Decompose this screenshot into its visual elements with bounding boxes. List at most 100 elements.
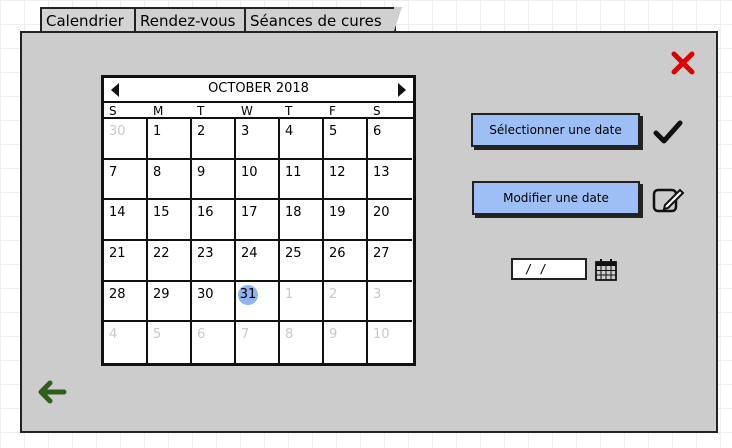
calendar-day-outside-month[interactable]: 4 bbox=[104, 322, 148, 363]
calendar-day[interactable]: 21 bbox=[104, 241, 148, 282]
calendar-day-outside-month[interactable]: 5 bbox=[148, 322, 192, 363]
calendar-day-number: 6 bbox=[373, 124, 382, 139]
calendar-day-number: 30 bbox=[197, 286, 214, 302]
calendar-day[interactable]: 10 bbox=[236, 159, 280, 201]
calendar-day-number: 27 bbox=[373, 246, 390, 261]
calendar-day[interactable]: 13 bbox=[368, 160, 412, 201]
weekday-label: T bbox=[285, 104, 293, 118]
calendar-day-number: 1 bbox=[285, 286, 294, 302]
calendar-day-number: 23 bbox=[197, 246, 214, 261]
calendar-day-number: 10 bbox=[241, 164, 258, 180]
calendar-day-number: 10 bbox=[373, 327, 390, 343]
calendar-day-number: 8 bbox=[153, 164, 162, 180]
calendar-day[interactable]: 29 bbox=[148, 281, 192, 323]
calendar-day-number: 14 bbox=[109, 205, 126, 221]
calendar-day-outside-month[interactable]: 6 bbox=[192, 322, 236, 363]
calendar-day[interactable]: 25 bbox=[280, 241, 324, 282]
calendar-month-title: OCTOBER 2018 bbox=[208, 81, 309, 96]
calendar-day[interactable]: 4 bbox=[280, 119, 324, 160]
calendar-day-number: 1 bbox=[153, 124, 162, 139]
calendar-day-number: 9 bbox=[329, 327, 338, 343]
select-date-button[interactable]: Sélectionner une date bbox=[471, 113, 640, 147]
calendar-day[interactable]: 19 bbox=[324, 200, 368, 241]
calendar-day[interactable]: 18 bbox=[280, 200, 324, 241]
calendar-day-number: 21 bbox=[109, 246, 126, 261]
weekday-label: S bbox=[373, 104, 381, 118]
tab-calendrier[interactable]: Calendrier bbox=[40, 7, 142, 31]
calendar-day-outside-month[interactable]: 10 bbox=[368, 322, 412, 363]
calendar-day-number: 7 bbox=[241, 327, 250, 343]
weekday-label: S bbox=[109, 104, 117, 118]
calendar-day[interactable]: 9 bbox=[192, 159, 236, 201]
calendar-day[interactable]: 20 bbox=[368, 200, 412, 241]
next-month-icon[interactable] bbox=[398, 83, 406, 97]
calendar-day[interactable]: 8 bbox=[148, 159, 192, 201]
modify-date-button[interactable]: Modifier une date bbox=[472, 181, 640, 215]
weekday-label: F bbox=[329, 104, 336, 118]
calendar-day[interactable]: 24 bbox=[236, 241, 280, 282]
calendar-day-outside-month[interactable]: 30 bbox=[104, 119, 148, 160]
tab-rendez-vous[interactable]: Rendez-vous bbox=[134, 7, 252, 31]
calendar-day[interactable]: 17 bbox=[236, 200, 280, 241]
calendar-day-outside-month[interactable]: 7 bbox=[236, 322, 280, 363]
calendar-day[interactable]: 16 bbox=[192, 200, 236, 241]
calendar-day-number: 13 bbox=[373, 164, 390, 180]
calendar-day-outside-month[interactable]: 1 bbox=[280, 281, 324, 323]
calendar-day-number: 25 bbox=[285, 246, 302, 261]
calendar-day[interactable]: 12 bbox=[324, 159, 368, 201]
calendar-day-number: 16 bbox=[197, 205, 214, 221]
calendar-day-number: 5 bbox=[329, 124, 338, 139]
tab-seances-de-cures[interactable]: Séances de cures bbox=[244, 7, 402, 31]
calendar-day[interactable]: 5 bbox=[324, 119, 368, 160]
calendar-day-outside-month[interactable]: 9 bbox=[324, 322, 368, 363]
calendar-widget: OCTOBER 2018 SMTWTFS 30 1 2 3 4 5 6 7 8 9 10 11 12 13… bbox=[101, 75, 416, 366]
calendar-day-number: 24 bbox=[241, 246, 258, 261]
calendar-day[interactable]: 2 bbox=[192, 119, 236, 160]
calendar-day-number: 2 bbox=[197, 124, 206, 139]
calendar-day-number: 17 bbox=[241, 205, 258, 221]
calendar-day-number: 12 bbox=[329, 164, 346, 180]
edit-icon[interactable] bbox=[651, 185, 685, 215]
calendar-day-outside-month[interactable]: 8 bbox=[280, 322, 324, 363]
calendar-day-number: 3 bbox=[241, 124, 250, 139]
calendar-day-outside-month[interactable]: 2 bbox=[324, 281, 368, 323]
calendar-day-number: 30 bbox=[109, 124, 126, 139]
calendar-day[interactable]: 7 bbox=[104, 159, 148, 201]
calendar-day-number: 5 bbox=[153, 327, 162, 343]
calendar-day[interactable]: 27 bbox=[368, 241, 412, 282]
date-field[interactable] bbox=[511, 258, 587, 280]
back-arrow-icon[interactable] bbox=[36, 378, 68, 406]
calendar-day[interactable]: 28 bbox=[104, 281, 148, 323]
calendar-day-number: 11 bbox=[285, 164, 302, 180]
calendar-day-number: 18 bbox=[285, 205, 302, 221]
close-icon[interactable] bbox=[668, 48, 698, 78]
calendar-day[interactable]: 26 bbox=[324, 241, 368, 282]
calendar-day-number: 20 bbox=[373, 205, 390, 221]
calendar-day-outside-month[interactable]: 3 bbox=[368, 282, 412, 323]
weekday-header: SMTWTFS bbox=[104, 103, 413, 119]
calendar-header: OCTOBER 2018 bbox=[104, 78, 413, 103]
calendar-day[interactable]: 14 bbox=[104, 200, 148, 241]
calendar-day-number: 29 bbox=[153, 286, 170, 302]
calendar-grid: 30 1 2 3 4 5 6 7 8 9 10 11 12 13 14 15 16 17 18 19 20 21 22 23 2… bbox=[104, 119, 413, 363]
calendar-day-number: 9 bbox=[197, 164, 206, 180]
calendar-day[interactable]: 6 bbox=[368, 119, 412, 160]
calendar-day-number: 22 bbox=[153, 246, 170, 261]
calendar-day[interactable]: 1 bbox=[148, 119, 192, 160]
calendar-day-number: 28 bbox=[109, 286, 126, 302]
calendar-day[interactable]: 11 bbox=[280, 159, 324, 201]
calendar-day-number: 15 bbox=[153, 205, 170, 221]
calendar-day[interactable]: 3 bbox=[236, 119, 280, 160]
calendar-day-number: 31 bbox=[238, 284, 258, 305]
calendar-day[interactable]: 30 bbox=[192, 281, 236, 323]
calendar-day[interactable]: 15 bbox=[148, 200, 192, 241]
calendar-day-number: 19 bbox=[329, 205, 346, 221]
calendar-day[interactable]: 22 bbox=[148, 241, 192, 282]
weekday-label: T bbox=[197, 104, 205, 118]
calendar-day[interactable]: 31 bbox=[236, 281, 280, 323]
calendar-day-number: 2 bbox=[329, 286, 338, 302]
weekday-label: M bbox=[153, 104, 164, 118]
calendar-day[interactable]: 23 bbox=[192, 241, 236, 282]
calendar-icon[interactable] bbox=[594, 258, 618, 282]
calendar-day-number: 3 bbox=[373, 286, 382, 302]
